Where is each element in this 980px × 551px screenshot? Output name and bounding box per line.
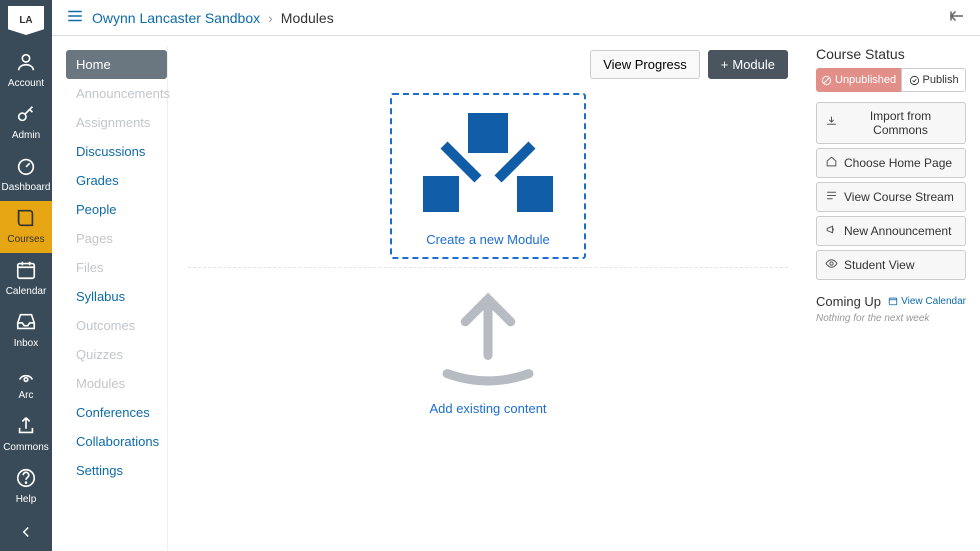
view-calendar-link[interactable]: View Calendar (888, 296, 966, 307)
check-circle-icon (909, 75, 920, 86)
inbox-icon (15, 311, 37, 338)
gnav-admin[interactable]: Admin (0, 97, 52, 149)
gnav-account[interactable]: Account (0, 45, 52, 97)
eye-icon (825, 257, 838, 273)
gnav-label: Calendar (6, 286, 47, 297)
coming-up-empty: Nothing for the next week (816, 313, 966, 324)
upload-icon (433, 290, 543, 390)
publish-button[interactable]: Publish (901, 68, 966, 92)
gnav-label: Courses (7, 234, 44, 245)
coursenav-conferences[interactable]: Conferences (66, 398, 167, 427)
global-nav: LA Account Admin Dashboard Courses Calendar I… (0, 0, 52, 551)
coming-up-heading: Coming Up (816, 294, 881, 309)
coursenav-home[interactable]: Home (66, 50, 167, 79)
sidebar-choose-home-page[interactable]: Choose Home Page (816, 148, 966, 178)
sidebar-view-course-stream[interactable]: View Course Stream (816, 182, 966, 212)
user-icon (15, 51, 37, 78)
stream-icon (825, 189, 838, 205)
gnav-commons[interactable]: Commons (0, 409, 52, 461)
coursenav-pages[interactable]: Pages (66, 224, 167, 253)
hamburger-icon[interactable] (66, 7, 84, 28)
share-icon (15, 415, 37, 442)
plus-icon: + (721, 57, 729, 72)
add-existing-content[interactable]: Add existing content (188, 290, 788, 416)
book-icon (15, 207, 37, 234)
arrow-left-icon (17, 523, 35, 541)
gnav-inbox[interactable]: Inbox (0, 305, 52, 357)
gnav-courses[interactable]: Courses (0, 201, 52, 253)
create-module-dropzone[interactable]: Create a new Module (390, 93, 586, 259)
add-existing-label: Add existing content (188, 401, 788, 416)
topbar-back-button[interactable] (948, 7, 966, 28)
breadcrumb-course[interactable]: Owynn Lancaster Sandbox (92, 10, 260, 26)
coursenav-modules[interactable]: Modules (66, 369, 167, 398)
gnav-label: Help (16, 494, 37, 505)
gnav-help[interactable]: Help (0, 461, 52, 513)
add-module-button[interactable]: + Module (708, 50, 788, 79)
gnav-calendar[interactable]: Calendar (0, 253, 52, 305)
gauge-icon (15, 155, 37, 182)
coursenav-files[interactable]: Files (66, 253, 167, 282)
create-module-label: Create a new Module (402, 232, 574, 247)
collapse-nav-button[interactable] (0, 513, 52, 551)
gnav-label: Inbox (14, 338, 38, 349)
publish-toggle: Unpublished Publish (816, 68, 966, 92)
gnav-label: Dashboard (2, 182, 51, 193)
sidebar-student-view[interactable]: Student View (816, 250, 966, 280)
institution-logo[interactable]: LA (8, 6, 44, 35)
gnav-label: Commons (3, 442, 49, 453)
breadcrumb: Owynn Lancaster Sandbox › Modules (66, 7, 334, 28)
coursenav-collaborations[interactable]: Collaborations (66, 427, 167, 456)
view-progress-button[interactable]: View Progress (590, 50, 700, 79)
gnav-label: Arc (19, 390, 34, 401)
gnav-dashboard[interactable]: Dashboard (0, 149, 52, 201)
coursenav-grades[interactable]: Grades (66, 166, 167, 195)
coursenav-outcomes[interactable]: Outcomes (66, 311, 167, 340)
calendar-icon (15, 259, 37, 286)
course-nav: HomeAnnouncementsAssignmentsDiscussionsG… (66, 46, 168, 551)
gnav-arc[interactable]: Arc (0, 357, 52, 409)
sidebar-import-from-commons[interactable]: Import from Commons (816, 102, 966, 144)
unpublished-button[interactable]: Unpublished (816, 68, 901, 92)
gnav-label: Account (8, 78, 44, 89)
coursenav-quizzes[interactable]: Quizzes (66, 340, 167, 369)
arc-icon (15, 363, 37, 390)
right-sidebar: Course Status Unpublished Publish Import… (806, 46, 966, 551)
coursenav-people[interactable]: People (66, 195, 167, 224)
content-area: View Progress + Module Crea (168, 46, 806, 551)
coursenav-settings[interactable]: Settings (66, 456, 167, 485)
course-status-heading: Course Status (816, 46, 966, 62)
coursenav-discussions[interactable]: Discussions (66, 137, 167, 166)
gnav-label: Admin (12, 130, 40, 141)
breadcrumb-separator: › (268, 10, 273, 26)
top-bar: Owynn Lancaster Sandbox › Modules (52, 0, 980, 36)
module-icon (423, 107, 553, 222)
arrow-start-icon (948, 7, 966, 25)
sidebar-new-announcement[interactable]: New Announcement (816, 216, 966, 246)
logo-text: LA (19, 15, 32, 26)
coursenav-syllabus[interactable]: Syllabus (66, 282, 167, 311)
key-icon (15, 103, 37, 130)
home-icon (825, 155, 838, 171)
help-icon (15, 467, 37, 494)
content-divider (188, 267, 788, 268)
coursenav-announcements[interactable]: Announcements (66, 79, 167, 108)
coursenav-assignments[interactable]: Assignments (66, 108, 167, 137)
import-icon (825, 115, 838, 131)
ban-icon (821, 75, 832, 86)
announce-icon (825, 223, 838, 239)
breadcrumb-current: Modules (281, 10, 334, 26)
calendar-small-icon (888, 296, 898, 306)
